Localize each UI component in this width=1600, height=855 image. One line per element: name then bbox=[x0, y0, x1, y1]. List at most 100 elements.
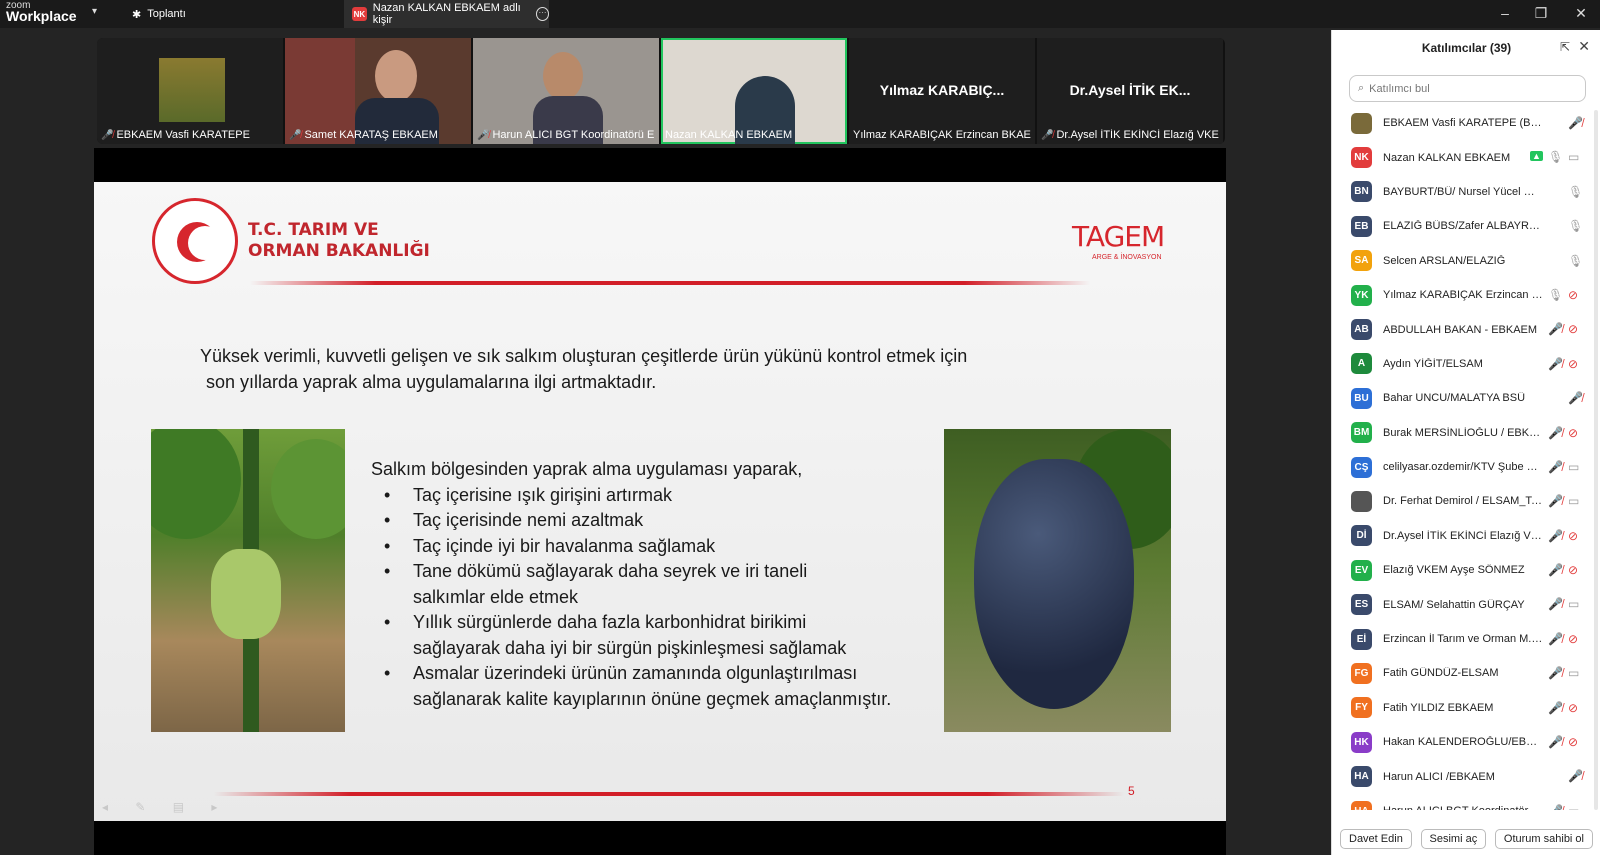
participant-row[interactable]: ES ELSAM/ Selahattin GÜRÇAY 🎤̸ ▭ bbox=[1332, 587, 1600, 621]
claim-host-button[interactable]: Oturum sahibi ol bbox=[1494, 829, 1593, 849]
chevron-down-icon[interactable]: ▾ bbox=[92, 6, 97, 17]
participant-row[interactable]: FG Fatih GÜNDÜZ-ELSAM 🎤̸ ▭ bbox=[1332, 656, 1600, 690]
camera-icon[interactable]: ▭ bbox=[1568, 597, 1579, 611]
title-bar: zoom Workplace ▾ ✱ Toplantı NK Nazan KAL… bbox=[0, 0, 1600, 28]
participant-row[interactable]: YK Yılmaz KARABIÇAK Erzincan BK... 🎙 ⊘ bbox=[1332, 278, 1600, 312]
participant-row[interactable]: NK Nazan KALKAN EBKAEM ▲ 🎙 ▭ bbox=[1332, 140, 1600, 174]
mic-muted-icon[interactable]: 🎤̸ bbox=[1548, 666, 1563, 680]
camera-icon[interactable]: ▭ bbox=[1568, 150, 1579, 164]
brand-large: Workplace bbox=[6, 8, 77, 24]
camera-off-icon[interactable]: ⊘ bbox=[1568, 735, 1578, 749]
mic-icon[interactable]: 🎙 bbox=[1548, 288, 1563, 302]
video-tile-name: 🎤̸ Samet KARATAŞ EBKAEM bbox=[289, 129, 438, 141]
close-icon[interactable]: ✕ bbox=[1578, 38, 1590, 55]
avatar: EV bbox=[1351, 559, 1372, 581]
camera-off-icon[interactable]: ⊘ bbox=[1568, 288, 1578, 302]
mic-muted-icon[interactable]: 🎤̸ bbox=[1548, 322, 1563, 336]
mic-icon[interactable]: 🎙 bbox=[1568, 185, 1583, 199]
participant-row[interactable]: BM Burak MERSİNLİOĞLU / EBKAEM 🎤̸ ⊘ bbox=[1332, 416, 1600, 450]
participant-row[interactable]: A Aydın YİĞİT/ELSAM 🎤̸ ⊘ bbox=[1332, 347, 1600, 381]
camera-off-icon[interactable]: ⊘ bbox=[1568, 426, 1578, 440]
video-tile[interactable]: 🎤̸ EBKAEM Vasfi KARATEPE bbox=[97, 38, 283, 144]
participant-row[interactable]: BU Bahar UNCU/MALATYA BSÜ 🎤̸ bbox=[1332, 381, 1600, 415]
participant-name: Harun ALICI /EBKAEM bbox=[1383, 770, 1495, 783]
mic-muted-icon[interactable]: 🎤̸ bbox=[1548, 357, 1563, 371]
participants-panel: Katılımcılar (39) ⇱ ✕ ⌕ Katılımcı bul EB… bbox=[1331, 30, 1600, 855]
participant-row[interactable]: FY Fatih YILDIZ EBKAEM 🎤̸ ⊘ bbox=[1332, 691, 1600, 725]
mic-muted-icon[interactable]: 🎤̸ bbox=[1548, 597, 1563, 611]
participant-row[interactable]: SA Selcen ARSLAN/ELAZIĞ 🎙 bbox=[1332, 244, 1600, 278]
tab-screen-share[interactable]: NK Nazan KALKAN EBKAEM adlı kişir ··· bbox=[344, 0, 550, 28]
participant-row[interactable]: HA Harun ALICI BGT Koordinatörü ... 🎤̸ ▭ bbox=[1332, 794, 1600, 810]
slide-nav-controls[interactable]: ◂ ✎ ▤ ▸ bbox=[102, 800, 229, 814]
participant-search[interactable]: ⌕ Katılımcı bul bbox=[1349, 75, 1586, 102]
participant-row[interactable]: Dr. Ferhat Demirol / ELSAM_Te... 🎤̸ ▭ bbox=[1332, 484, 1600, 518]
unmute-button[interactable]: Sesimi aç bbox=[1420, 829, 1487, 849]
mic-muted-icon[interactable]: 🎤̸ bbox=[1568, 391, 1583, 405]
camera-icon[interactable]: ▭ bbox=[1568, 804, 1579, 810]
participant-row[interactable]: BN BAYBURT/BÜ/ Nursel Yücel Osman... 🎙 bbox=[1332, 175, 1600, 209]
camera-off-icon[interactable]: ⊘ bbox=[1568, 701, 1578, 715]
mic-muted-icon[interactable]: 🎤̸ bbox=[1548, 426, 1563, 440]
participant-row[interactable]: HA Harun ALICI /EBKAEM 🎤̸ bbox=[1332, 759, 1600, 793]
camera-icon[interactable]: ▭ bbox=[1568, 666, 1579, 680]
more-options-icon[interactable]: ··· bbox=[535, 7, 550, 21]
mic-icon[interactable]: 🎙 bbox=[1568, 219, 1583, 233]
video-tile[interactable]: 🎤̸ Samet KARATAŞ EBKAEM bbox=[285, 38, 471, 144]
participant-row[interactable]: CŞ celilyasar.ozdemir/KTV Şube M... 🎤̸ ▭ bbox=[1332, 450, 1600, 484]
mic-muted-icon[interactable]: 🎤̸ bbox=[1548, 563, 1563, 577]
participant-row[interactable]: EB ELAZIĞ BÜBS/Zafer ALBAYRAK 🎙 bbox=[1332, 209, 1600, 243]
mic-muted-icon[interactable]: 🎤̸ bbox=[1568, 769, 1583, 783]
participant-row[interactable]: AB ABDULLAH BAKAN - EBKAEM 🎤̸ ⊘ bbox=[1332, 312, 1600, 346]
participant-row[interactable]: Dİ Dr.Aysel İTİK EKİNCİ Elazığ VKE 🎤̸ ⊘ bbox=[1332, 519, 1600, 553]
scrollbar[interactable] bbox=[1594, 110, 1598, 810]
camera-off-icon[interactable]: ⊘ bbox=[1568, 322, 1578, 336]
participant-name: Selcen ARSLAN/ELAZIĞ bbox=[1383, 254, 1506, 267]
minimize-button[interactable]: – bbox=[1490, 4, 1520, 22]
participant-name: Fatih YILDIZ EBKAEM bbox=[1383, 701, 1494, 714]
leaf-shape bbox=[151, 429, 241, 539]
participant-row[interactable]: EBKAEM Vasfi KARATEPE (Ben) 🎤̸ bbox=[1332, 106, 1600, 140]
participant-row[interactable]: HK Hakan KALENDEROĞLU/EBKAEM 🎤̸ ⊘ bbox=[1332, 725, 1600, 759]
camera-off-icon[interactable]: ⊘ bbox=[1568, 529, 1578, 543]
slide-divider-top bbox=[250, 281, 1090, 285]
video-tile[interactable]: Dr.Aysel İTİK EK... 🎤̸ Dr.Aysel İTİK EKİN… bbox=[1037, 38, 1223, 144]
tab-screen-share-label: Nazan KALKAN EBKAEM adlı kişir bbox=[372, 2, 521, 26]
camera-icon[interactable]: ▭ bbox=[1568, 494, 1579, 508]
avatar: FY bbox=[1351, 697, 1372, 719]
participant-row[interactable]: EV Elazığ VKEM Ayşe SÖNMEZ 🎤̸ ⊘ bbox=[1332, 553, 1600, 587]
participant-name: Dr.Aysel İTİK EKİNCİ Elazığ VKE bbox=[1383, 529, 1543, 542]
slide-intro-text: Yüksek verimli, kuvvetli gelişen ve sık … bbox=[200, 346, 968, 392]
camera-off-icon[interactable]: ⊘ bbox=[1568, 357, 1578, 371]
mic-icon[interactable]: 🎙 bbox=[1548, 150, 1563, 164]
participant-row[interactable]: Eİ Erzincan İl Tarım ve Orman M. ... 🎤̸ ⊘ bbox=[1332, 622, 1600, 656]
video-tile[interactable]: 🎤̸ Harun ALICI BGT Koordinatörü E... bbox=[473, 38, 659, 144]
participant-name: ELAZIĞ BÜBS/Zafer ALBAYRAK bbox=[1383, 220, 1543, 233]
pop-out-icon[interactable]: ⇱ bbox=[1560, 40, 1570, 54]
mic-muted-icon[interactable]: 🎤̸ bbox=[1548, 804, 1563, 810]
mic-muted-icon[interactable]: 🎤̸ bbox=[1548, 701, 1563, 715]
camera-icon[interactable]: ▭ bbox=[1568, 460, 1579, 474]
close-button[interactable]: ✕ bbox=[1566, 4, 1596, 22]
app-brand[interactable]: zoom Workplace bbox=[4, 0, 94, 28]
mic-muted-icon[interactable]: 🎤̸ bbox=[1548, 632, 1563, 646]
video-tile-active-speaker[interactable]: Nazan KALKAN EBKAEM bbox=[661, 38, 847, 144]
participant-name: Harun ALICI BGT Koordinatörü ... bbox=[1383, 805, 1543, 810]
camera-off-icon[interactable]: ⊘ bbox=[1568, 632, 1578, 646]
slide-bullet-list: Salkım bölgesinden yaprak alma uygulamas… bbox=[371, 457, 931, 712]
mic-muted-icon[interactable]: 🎤̸ bbox=[1548, 735, 1563, 749]
invite-button[interactable]: Davet Edin bbox=[1340, 829, 1412, 849]
mic-muted-icon[interactable]: 🎤̸ bbox=[1548, 529, 1563, 543]
search-input[interactable]: Katılımcı bul bbox=[1369, 83, 1430, 95]
participant-name: Nazan KALKAN EBKAEM bbox=[1383, 151, 1511, 164]
mic-muted-icon[interactable]: 🎤̸ bbox=[1568, 116, 1583, 130]
mic-icon[interactable]: 🎙 bbox=[1568, 254, 1583, 268]
video-tile-name: Yılmaz KARABIÇAK Erzincan BKAE bbox=[853, 129, 1031, 141]
avatar: BN bbox=[1351, 181, 1372, 203]
mic-muted-icon[interactable]: 🎤̸ bbox=[1548, 460, 1563, 474]
camera-off-icon[interactable]: ⊘ bbox=[1568, 563, 1578, 577]
maximize-button[interactable]: ❐ bbox=[1526, 4, 1556, 22]
video-tile[interactable]: Yılmaz KARABIÇ... Yılmaz KARABIÇAK Erzin… bbox=[849, 38, 1035, 144]
tab-meeting[interactable]: ✱ Toplantı bbox=[132, 5, 186, 23]
mic-muted-icon[interactable]: 🎤̸ bbox=[1548, 494, 1563, 508]
